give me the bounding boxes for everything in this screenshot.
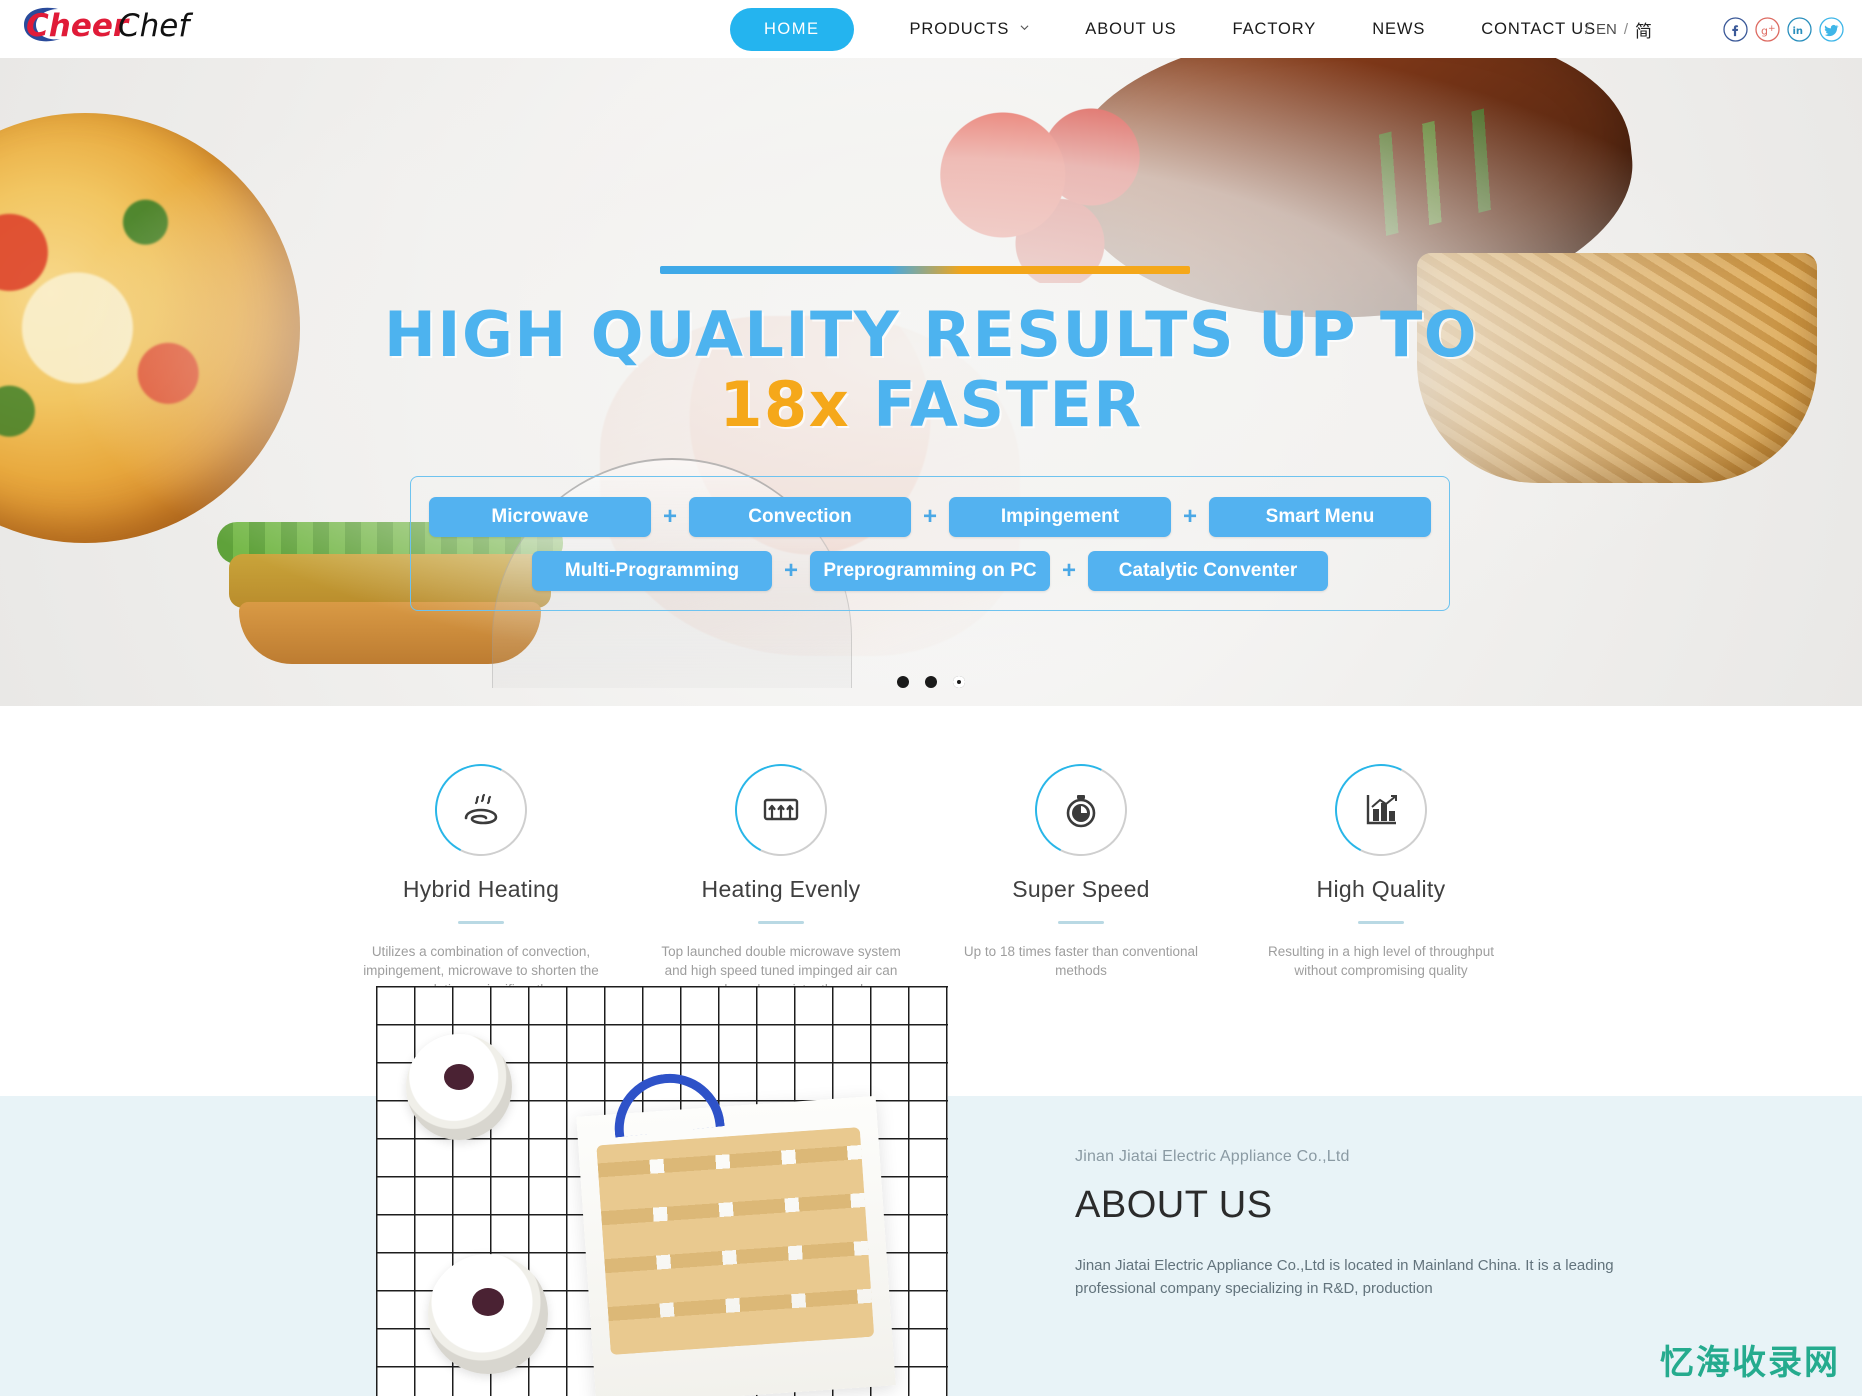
pill-preprogramming-on-pc[interactable]: Preprogramming on PC	[810, 550, 1050, 591]
lang-separator-1: /	[1584, 20, 1589, 38]
svg-text:+: +	[1768, 24, 1776, 34]
pill-impingement[interactable]: Impingement	[949, 496, 1171, 537]
svg-text:Cheer: Cheer	[26, 8, 130, 44]
pill-convection[interactable]: Convection	[688, 496, 911, 537]
nav-item-contact-us[interactable]: CONTACT US	[1481, 6, 1596, 52]
lang-option-zh[interactable]: 简	[1635, 17, 1652, 42]
yogurt-bowl-2-photo	[428, 1254, 548, 1374]
pill-multi-programming[interactable]: Multi-Programming	[531, 550, 772, 591]
hero-headline-line1: HIGH QUALITY RESULTS UP TO	[383, 298, 1479, 371]
twitter-icon[interactable]	[1819, 16, 1844, 42]
feature-divider	[758, 921, 804, 924]
carousel-dots	[0, 676, 1862, 688]
hero-feature-pill-group: Microwave + Convection + Impingement + S…	[410, 476, 1450, 611]
linkedin-icon[interactable]: in	[1787, 16, 1812, 42]
hero-carousel[interactable]: HIGH QUALITY RESULTS UP TO 18x FASTER Mi…	[0, 58, 1862, 706]
feature-card-high-quality: High Quality Resulting in a high level o…	[1231, 752, 1531, 1096]
plus-icon: +	[922, 502, 937, 530]
yogurt-bowl-1-photo	[406, 1034, 512, 1140]
nav-item-products[interactable]: PRODUCTS	[910, 6, 1030, 52]
plus-icon: +	[1183, 502, 1198, 530]
about-section: Jinan Jiatai Electric Appliance Co.,Ltd …	[0, 986, 1862, 1396]
hero-headline-line2: 18x FASTER	[0, 368, 1862, 441]
plus-icon: +	[783, 556, 798, 584]
language-switcher: / EN / 简	[1585, 0, 1652, 58]
feature-icon-ring	[1023, 752, 1139, 868]
svg-text:in: in	[1793, 26, 1804, 37]
feature-icon-ring	[423, 752, 539, 868]
lang-separator-2: /	[1623, 20, 1628, 38]
even-heat-arrows-icon	[758, 787, 804, 833]
site-header: Cheer Chef HOME PRODUCTS ABOUT US FACTOR…	[0, 0, 1862, 58]
hero-pill-row-1: Microwave + Convection + Impingement + S…	[427, 496, 1433, 537]
facebook-icon[interactable]	[1723, 16, 1748, 42]
nav-label: HOME	[764, 19, 820, 38]
blue-handle-photo	[609, 1068, 725, 1138]
pastry-tray-photo	[576, 1095, 896, 1396]
svg-text:Chef: Chef	[118, 8, 193, 44]
about-company-name: Jinan Jiatai Electric Appliance Co.,Ltd	[1075, 1148, 1350, 1165]
about-body-text: Jinan Jiatai Electric Appliance Co.,Ltd …	[1075, 1257, 1614, 1297]
svg-text:g: g	[1761, 24, 1768, 37]
steam-swirl-icon	[458, 787, 504, 833]
about-heading: ABOUT US	[1075, 1184, 1273, 1226]
pill-catalytic-conventer[interactable]: Catalytic Conventer	[1088, 550, 1329, 591]
nav-item-factory[interactable]: FACTORY	[1233, 6, 1317, 52]
feature-divider	[458, 921, 504, 924]
bar-chart-growth-icon	[1358, 787, 1404, 833]
lang-option-en[interactable]: EN	[1596, 21, 1617, 38]
plus-icon: +	[1062, 556, 1077, 584]
feature-divider	[1058, 921, 1104, 924]
site-logo[interactable]: Cheer Chef	[18, 2, 258, 48]
nav-item-home[interactable]: HOME	[730, 7, 854, 51]
carousel-dot-3[interactable]	[953, 676, 965, 688]
feature-divider	[1358, 921, 1404, 924]
chevron-down-icon	[1020, 23, 1029, 32]
carousel-dot-1[interactable]	[897, 676, 909, 688]
about-photo	[376, 986, 948, 1396]
nav-item-news[interactable]: NEWS	[1372, 6, 1425, 52]
page-root: Cheer Chef HOME PRODUCTS ABOUT US FACTOR…	[0, 0, 1862, 1396]
googleplus-icon[interactable]: g +	[1755, 16, 1780, 42]
cheerchef-logo-icon: Cheer Chef	[24, 7, 193, 44]
feature-card-super-speed: Super Speed Up to 18 times faster than c…	[931, 752, 1231, 1096]
carousel-dot-2[interactable]	[925, 676, 937, 688]
stopwatch-icon	[1058, 787, 1104, 833]
nav-label: NEWS	[1372, 19, 1426, 38]
feature-description: Resulting in a high level of throughput …	[1268, 944, 1494, 979]
hero-accent-rule	[660, 266, 1190, 274]
hero-headline-faster: FASTER	[873, 368, 1143, 441]
hero-headline-accent: 18x	[719, 368, 851, 441]
feature-icon-ring	[1323, 752, 1439, 868]
nav-label: PRODUCTS	[909, 19, 1010, 38]
watermark: 忆海收录网	[1660, 1343, 1840, 1383]
pill-smart-menu[interactable]: Smart Menu	[1209, 496, 1432, 537]
feature-title: High Quality	[1316, 876, 1446, 902]
feature-icon-ring	[723, 752, 839, 868]
social-links: g + in	[1723, 0, 1844, 58]
about-text-block: Jinan Jiatai Electric Appliance Co.,Ltd …	[1075, 1148, 1675, 1301]
nav-label: CONTACT US	[1481, 19, 1597, 38]
pill-microwave[interactable]: Microwave	[428, 496, 651, 537]
nav-label: ABOUT US	[1085, 19, 1177, 38]
feature-description: Up to 18 times faster than conventional …	[963, 944, 1199, 979]
nav-label: FACTORY	[1232, 19, 1317, 38]
nav-item-about-us[interactable]: ABOUT US	[1085, 6, 1176, 52]
feature-title: Hybrid Heating	[402, 876, 560, 902]
plus-icon: +	[662, 502, 677, 530]
feature-title: Super Speed	[1012, 876, 1150, 902]
hero-pill-row-2: Multi-Programming + Preprogramming on PC…	[427, 550, 1433, 591]
feature-title: Heating Evenly	[701, 876, 861, 902]
main-nav: HOME PRODUCTS ABOUT US FACTORY NEWS CONT…	[730, 0, 1596, 58]
